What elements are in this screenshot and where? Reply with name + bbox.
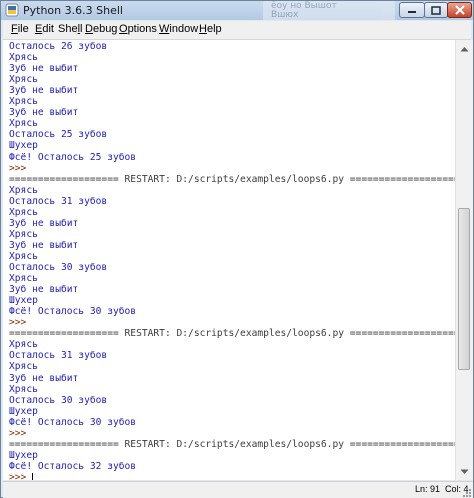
- menu-window[interactable]: Window: [159, 23, 198, 35]
- restart-banner: =================== RESTART: D:/scripts/…: [9, 328, 455, 340]
- status-line: Ln: 91: [415, 484, 441, 494]
- output-line: Хрясь: [9, 228, 38, 240]
- maximize-icon: [431, 5, 441, 15]
- python-idle-icon: [5, 3, 19, 17]
- output-line: Фсё! Осталось 25 зубов: [9, 151, 137, 163]
- scrollbar-thumb[interactable]: [458, 208, 470, 371]
- output-line: Хрясь: [9, 383, 38, 395]
- menu-edit-rest: dit: [42, 23, 54, 35]
- maximize-button[interactable]: [424, 2, 448, 18]
- scroll-down-arrow-icon: [460, 469, 469, 474]
- output-line: Зуб не выбит: [9, 107, 79, 119]
- status-bar: Ln: 91 Col: 4: [3, 481, 473, 498]
- shell-prompt: >>>: [9, 427, 27, 439]
- output-line: Шухер: [9, 405, 38, 417]
- output-line: Хрясь: [9, 184, 38, 196]
- output-line: Осталось 30 зубов: [9, 394, 108, 406]
- output-line: Зуб не выбит: [9, 85, 79, 97]
- menu-debug-mnemonic: D: [85, 23, 93, 35]
- text-cursor: [32, 472, 34, 480]
- menu-debug[interactable]: Debug: [85, 23, 117, 35]
- output-line: Зуб не выбит: [9, 284, 79, 296]
- menu-options[interactable]: Options: [119, 23, 157, 35]
- restart-banner: =================== RESTART: D:/scripts/…: [9, 173, 455, 185]
- output-line: Хрясь: [9, 52, 38, 64]
- menu-file-rest: ile: [17, 23, 29, 35]
- output-line: Хрясь: [9, 250, 38, 262]
- menu-bar: File Edit Shell Debug Options Window Hel…: [3, 21, 471, 40]
- output-line: Зуб не выбит: [9, 217, 79, 229]
- minimize-button[interactable]: [399, 2, 425, 18]
- output-line: Осталось 26 зубов: [9, 41, 108, 52]
- menu-help[interactable]: Help: [199, 23, 222, 35]
- output-line: Хрясь: [9, 74, 38, 86]
- menu-shell-pre: She: [58, 23, 78, 35]
- scroll-up-arrow-icon: [460, 46, 469, 51]
- menu-help-mnemonic: H: [199, 23, 207, 35]
- output-line: Хрясь: [9, 118, 38, 130]
- menu-window-rest: indow: [169, 23, 199, 35]
- output-line: Шухер: [9, 449, 38, 461]
- menu-window-mnemonic: W: [159, 23, 170, 35]
- minimize-icon: [408, 11, 416, 13]
- output-line: Шухер: [9, 140, 38, 152]
- close-icon: [454, 5, 465, 15]
- shell-output-area[interactable]: Осталось 26 зубов Хрясь Зуб не выбит Хрясь З…: [3, 40, 455, 480]
- shell-window: Python 3.6.3 Shell ёоу но Вышот Вшюх Fil…: [0, 0, 474, 498]
- menu-options-mnemonic: O: [119, 23, 128, 35]
- title-bar[interactable]: Python 3.6.3 Shell ёоу но Вышот Вшюх: [1, 1, 473, 20]
- shell-prompt: >>>: [9, 317, 27, 329]
- output-line: Хрясь: [9, 206, 38, 218]
- menu-file[interactable]: File: [11, 23, 29, 35]
- shell-prompt: >>>: [9, 471, 27, 480]
- window-title: Python 3.6.3 Shell: [23, 4, 123, 17]
- output-line: Хрясь: [9, 339, 38, 351]
- shell-prompt: >>>: [9, 162, 27, 174]
- output-line: Хрясь: [9, 96, 38, 108]
- background-window-strip: ёоу но Вышот Вшюх: [263, 1, 395, 20]
- output-line: Шухер: [9, 295, 38, 307]
- output-line: Осталось 31 зубов: [9, 350, 108, 362]
- output-line: Фсё! Осталось 30 зубов: [9, 416, 137, 428]
- menu-options-rest: ptions: [127, 23, 157, 35]
- output-line: Фсё! Осталось 30 зубов: [9, 306, 137, 318]
- output-line: Осталось 30 зубов: [9, 262, 108, 273]
- close-button[interactable]: [447, 2, 472, 18]
- output-line: Хрясь: [9, 361, 38, 373]
- menu-edit[interactable]: Edit: [35, 23, 54, 35]
- restart-banner: =================== RESTART: D:/scripts/…: [9, 438, 455, 450]
- output-line: Зуб не выбит: [9, 372, 79, 384]
- output-line: Зуб не выбит: [9, 239, 79, 251]
- menu-file-mnemonic: F: [11, 23, 18, 35]
- menu-shell[interactable]: Shell: [58, 23, 82, 35]
- background-window-text-2: Вшюх: [271, 10, 299, 20]
- menu-debug-rest: ebug: [92, 23, 118, 35]
- resize-grip-icon[interactable]: [461, 487, 471, 497]
- scroll-up-button[interactable]: [456, 40, 473, 57]
- output-line: Хрясь: [9, 273, 38, 285]
- menu-help-rest: elp: [206, 23, 222, 35]
- menu-shell-rest: l: [80, 23, 83, 35]
- output-line: Осталось 25 зубов: [9, 129, 108, 141]
- output-line: Фсё! Осталось 32 зубов: [9, 460, 137, 472]
- scroll-down-button[interactable]: [456, 463, 473, 480]
- vertical-scrollbar[interactable]: [455, 40, 473, 480]
- output-line: Зуб не выбит: [9, 63, 79, 75]
- output-line: Осталось 31 зубов: [9, 195, 108, 207]
